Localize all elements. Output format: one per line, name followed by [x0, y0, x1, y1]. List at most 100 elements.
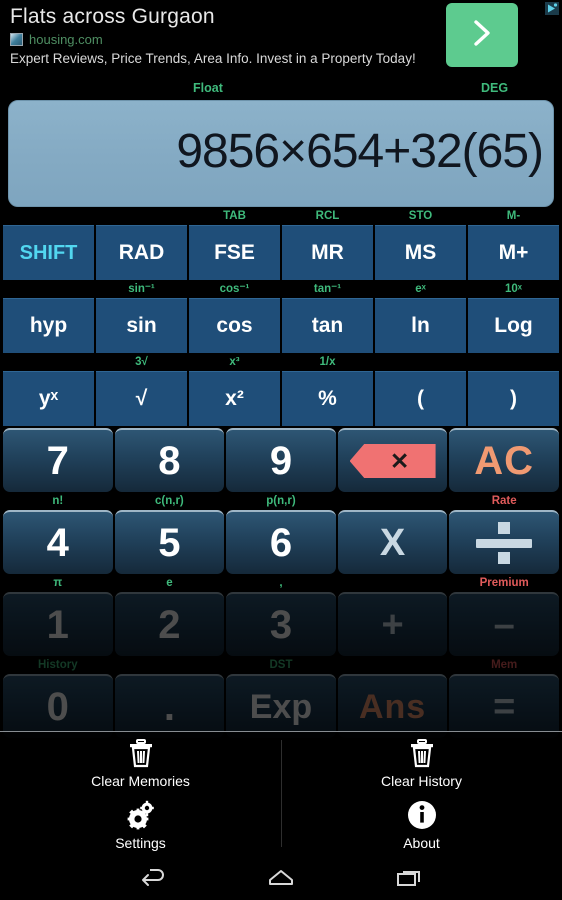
gear-icon	[124, 798, 158, 832]
display-expression: 9856×654+32(65)	[176, 125, 544, 178]
key-0[interactable]: 0	[3, 674, 113, 738]
secondary-label-exp-10: 10ˣ	[504, 283, 522, 295]
secondary-label-row-3: 3√ x³ 1/x	[2, 353, 560, 371]
notation-indicator: Float	[193, 81, 223, 95]
key-exp[interactable]: Exp	[226, 674, 336, 738]
secondary-label	[467, 353, 560, 371]
key-3[interactable]: 3	[226, 592, 336, 656]
mode-indicator-row: Float DEG	[0, 78, 562, 100]
ad-banner[interactable]: Flats across Gurgaon housing.com Expert …	[0, 0, 562, 78]
key-x-squared[interactable]: x²	[189, 371, 280, 426]
menu-item-clear-history[interactable]: Clear History	[281, 732, 562, 794]
key-percent[interactable]: %	[282, 371, 373, 426]
secondary-label-reciprocal: 1/x	[319, 356, 336, 368]
key-shift[interactable]: SHIFT	[3, 225, 94, 280]
key-fse[interactable]: FSE	[189, 225, 280, 280]
key-all-clear[interactable]: AC	[449, 428, 559, 492]
key-plus[interactable]: +	[337, 592, 448, 656]
key-equals[interactable]: =	[449, 674, 559, 738]
key-decimal-point[interactable]: .	[114, 674, 225, 738]
ad-url[interactable]: housing.com	[29, 32, 103, 47]
key-6[interactable]: 6	[226, 510, 336, 574]
secondary-label	[95, 207, 188, 225]
secondary-label-cube-root: 3√	[135, 356, 148, 368]
back-icon[interactable]	[133, 863, 173, 893]
key-mr[interactable]: MR	[282, 225, 373, 280]
backspace-icon: ✕	[349, 444, 436, 478]
secondary-label-rate: Rate	[491, 495, 517, 507]
secondary-label-rcl: RCL	[315, 210, 340, 222]
key-y-power-x[interactable]: yˣ	[3, 371, 94, 426]
display-wrapper: 9856×654+32(65)	[0, 100, 562, 207]
secondary-label-factorial: n!	[52, 495, 64, 507]
secondary-label	[2, 280, 95, 298]
key-1[interactable]: 1	[3, 592, 113, 656]
secondary-label-combination: c(n,r)	[155, 495, 184, 507]
menu-item-settings[interactable]: Settings	[0, 794, 281, 856]
key-9[interactable]: 9	[226, 428, 336, 492]
numeric-row-4: 0 . Exp Ans =	[2, 674, 560, 738]
calculator-app: Flats across Gurgaon housing.com Expert …	[0, 0, 562, 900]
function-row-2: hyp sin cos tan ln Log	[2, 298, 560, 353]
key-7[interactable]: 7	[3, 428, 113, 492]
secondary-label-exp-e: eˣ	[415, 283, 426, 295]
options-menu-overlay: Clear Memories Clear History Settings Ab…	[0, 731, 562, 855]
function-row-1: SHIFT RAD FSE MR MS M+	[2, 225, 560, 280]
secondary-label-x-cubed: x³	[229, 356, 240, 368]
menu-item-clear-memories[interactable]: Clear Memories	[0, 732, 281, 794]
divide-icon	[476, 522, 533, 564]
secondary-label-dst: DST	[269, 659, 293, 671]
key-2[interactable]: 2	[114, 592, 225, 656]
key-ln[interactable]: ln	[375, 298, 466, 353]
secondary-label-m-minus: M-	[506, 210, 521, 222]
chevron-right-icon	[469, 18, 495, 53]
android-navigation-bar	[0, 855, 562, 900]
key-sin[interactable]: sin	[96, 298, 187, 353]
secondary-label-comma: ,	[279, 577, 283, 589]
key-close-paren[interactable]: )	[468, 371, 559, 426]
key-5[interactable]: 5	[114, 510, 225, 574]
secondary-label-row-4: n! c(n,r) p(n,r) Rate	[2, 492, 560, 510]
secondary-label-pi: π	[53, 577, 63, 589]
secondary-label-sto: STO	[408, 210, 433, 222]
key-log[interactable]: Log	[468, 298, 559, 353]
key-rad[interactable]: RAD	[96, 225, 187, 280]
secondary-label-premium: Premium	[479, 577, 529, 589]
key-8[interactable]: 8	[114, 428, 225, 492]
key-cos[interactable]: cos	[189, 298, 280, 353]
key-m-plus[interactable]: M+	[468, 225, 559, 280]
menu-item-about[interactable]: About	[281, 794, 562, 856]
adchoices-icon[interactable]	[545, 2, 559, 15]
numeric-row-1: 7 8 9 ✕ AC	[2, 428, 560, 492]
secondary-label-row-5: π e , Premium	[2, 574, 560, 592]
recents-icon[interactable]	[389, 863, 429, 893]
key-multiply[interactable]: X	[337, 510, 448, 574]
secondary-label-euler: e	[166, 577, 173, 589]
secondary-label	[114, 656, 226, 674]
key-minus[interactable]: –	[449, 592, 559, 656]
key-open-paren[interactable]: (	[375, 371, 466, 426]
home-icon[interactable]	[261, 863, 301, 893]
menu-item-label: Settings	[115, 834, 166, 851]
key-tan[interactable]: tan	[282, 298, 373, 353]
trash-icon	[405, 736, 439, 770]
trash-icon	[124, 736, 158, 770]
secondary-label-row-1: TAB RCL STO M-	[2, 207, 560, 225]
key-hyp[interactable]: hyp	[3, 298, 94, 353]
secondary-label-tab: TAB	[223, 210, 246, 222]
ad-cta-button[interactable]	[446, 3, 518, 67]
keypad: TAB RCL STO M- SHIFT RAD FSE MR MS M+ si…	[0, 207, 562, 738]
key-ans[interactable]: Ans	[337, 674, 448, 738]
calculator-display[interactable]: 9856×654+32(65)	[8, 100, 554, 207]
secondary-label-permutation: p(n,r)	[266, 495, 296, 507]
key-ms[interactable]: MS	[375, 225, 466, 280]
key-4[interactable]: 4	[3, 510, 113, 574]
secondary-label-acos: cos⁻¹	[219, 283, 250, 295]
secondary-label	[374, 353, 467, 371]
key-divide[interactable]	[449, 510, 559, 574]
menu-item-label: About	[403, 834, 440, 851]
key-backspace[interactable]: ✕	[337, 428, 448, 492]
secondary-label-mem: Mem	[491, 659, 518, 671]
secondary-label-row-2: sin⁻¹ cos⁻¹ tan⁻¹ eˣ 10ˣ	[2, 280, 560, 298]
key-square-root[interactable]: √	[96, 371, 187, 426]
